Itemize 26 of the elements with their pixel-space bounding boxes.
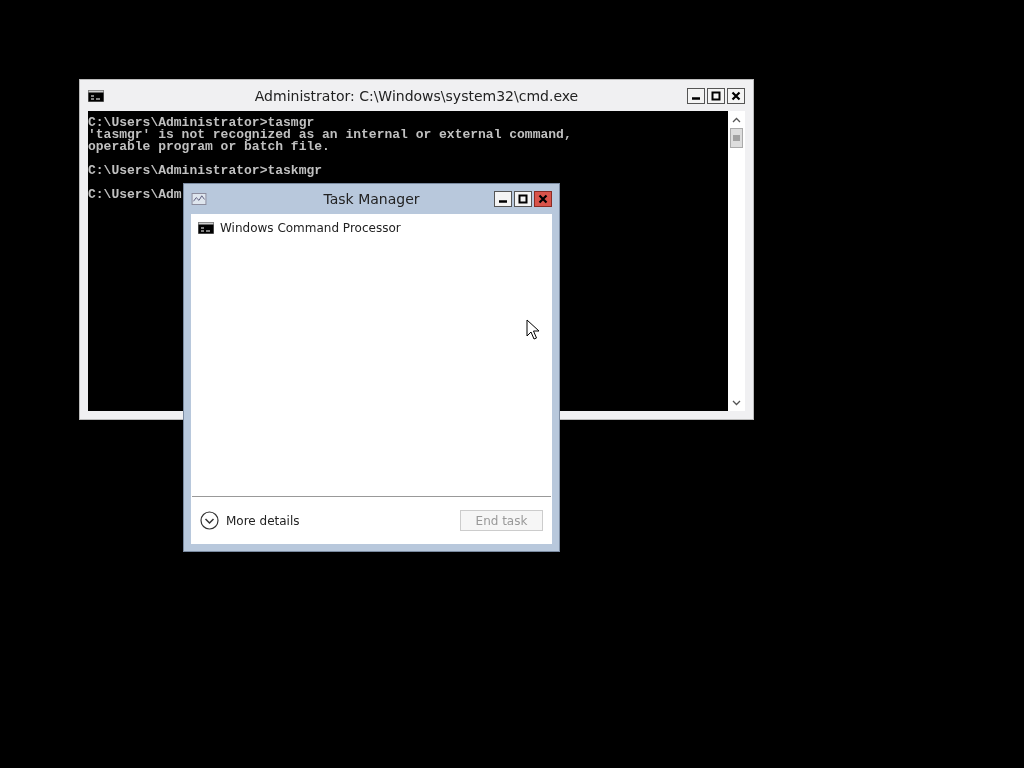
close-button[interactable] [727,87,745,104]
minimize-button[interactable] [494,191,512,207]
mouse-pointer-icon [526,319,539,340]
maximize-button[interactable] [707,87,725,104]
console-icon [198,222,214,234]
minimize-icon [692,96,700,100]
console-icon [88,89,104,102]
scroll-thumb[interactable] [730,128,743,148]
console-line: 'tasmgr' is not recognized as an internal or external command, [88,129,572,141]
maximize-icon [518,194,528,204]
window-title: Task Manager [323,191,420,207]
app-name[interactable]: Windows Command Processor [220,221,401,235]
console-line: C:\Users\Adm [88,189,182,201]
close-icon [731,90,741,101]
minimize-button[interactable] [687,87,705,104]
window-title: Administrator: C:\Windows\system32\cmd.exe [254,87,579,104]
console-line: C:\Users\Administrator>taskmgr [88,165,323,177]
chart-icon [191,193,207,205]
chevron-down-icon [200,511,219,530]
maximize-icon [711,90,721,101]
minimize-icon [499,200,507,203]
console-line: operable program or batch file. [88,141,330,153]
console-line: C:\Users\Administrator>tasmgr [88,117,315,129]
maximize-button[interactable] [514,191,532,207]
close-icon [538,194,548,204]
more-details-button[interactable]: More details [200,511,300,530]
